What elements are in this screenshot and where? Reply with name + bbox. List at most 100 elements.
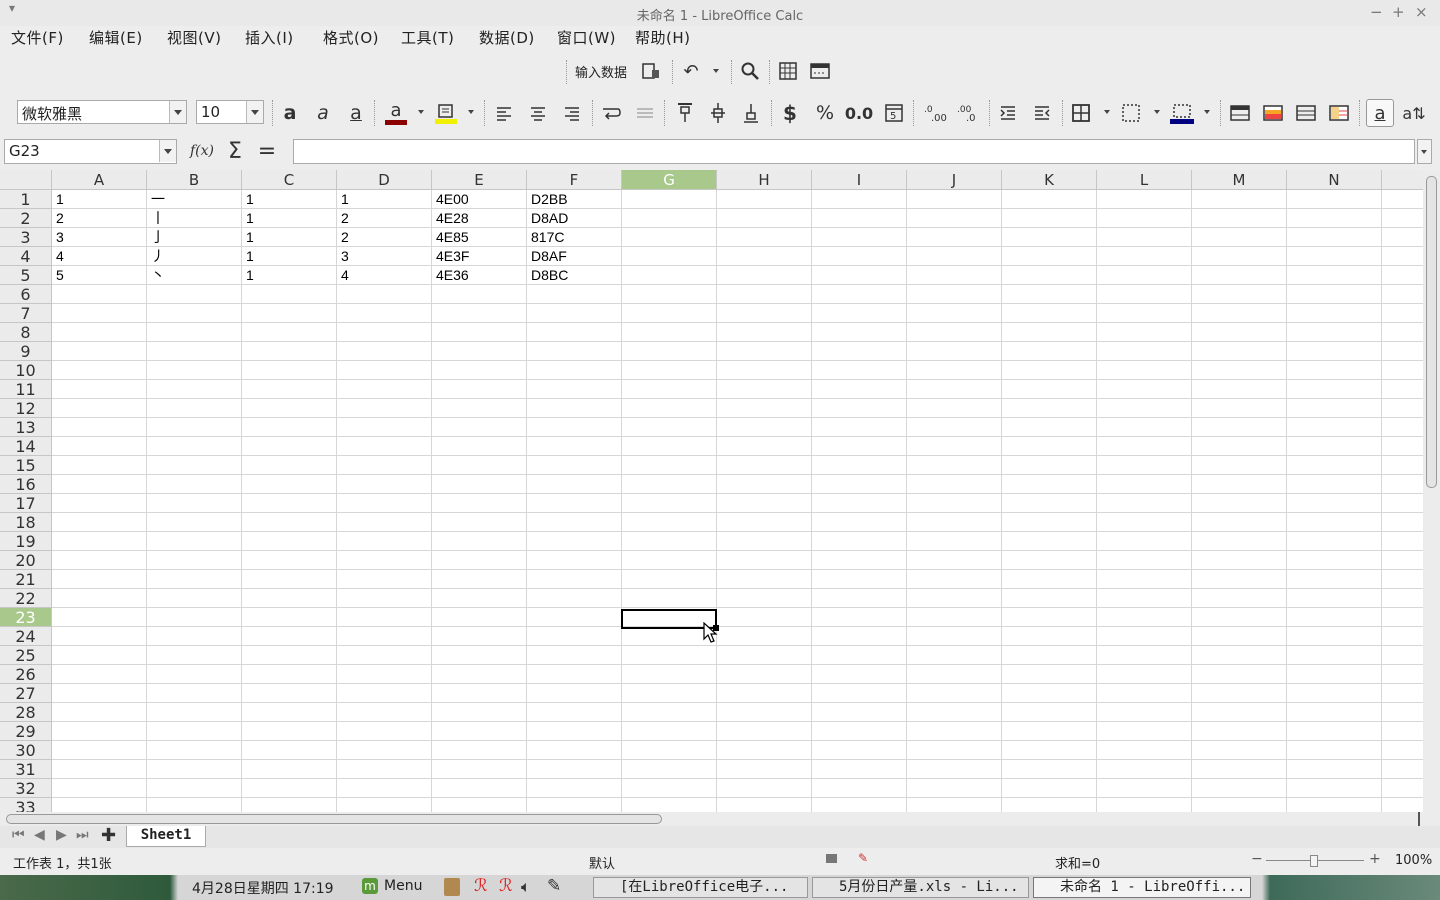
row-header-21[interactable]: 21 — [0, 570, 52, 589]
row-header-3[interactable]: 3 — [0, 228, 52, 247]
wrap-text-icon[interactable] — [600, 102, 622, 124]
zoom-slider-thumb[interactable] — [1310, 855, 1318, 867]
italic-icon[interactable]: a — [312, 102, 334, 124]
row-header-6[interactable]: 6 — [0, 285, 52, 304]
font-size-combo[interactable]: 10 — [196, 100, 264, 124]
undo-dropdown-icon[interactable] — [713, 69, 719, 73]
row-header-25[interactable]: 25 — [0, 646, 52, 665]
menu-edit[interactable]: 编辑(E) — [89, 27, 143, 48]
font-color-icon[interactable]: a — [384, 100, 408, 126]
cell-e3[interactable]: 4E85 — [432, 228, 527, 247]
column-header-h[interactable]: H — [717, 170, 812, 190]
cell-c2[interactable]: 1 — [242, 209, 337, 228]
table-style-icon[interactable] — [1229, 102, 1251, 124]
menu-help[interactable]: 帮助(H) — [635, 27, 690, 48]
cell-c3[interactable]: 1 — [242, 228, 337, 247]
row-header-31[interactable]: 31 — [0, 760, 52, 779]
row-header-13[interactable]: 13 — [0, 418, 52, 437]
text-direction-ltr-icon[interactable]: a — [1366, 99, 1394, 127]
cell-d1[interactable]: 1 — [337, 190, 432, 209]
function-wizard-icon[interactable]: f(x) — [187, 140, 217, 162]
cell-e1[interactable]: 4E00 — [432, 190, 527, 209]
column-header-m[interactable]: M — [1192, 170, 1287, 190]
row-header-23[interactable]: 23 — [0, 608, 52, 627]
row-header-22[interactable]: 22 — [0, 589, 52, 608]
column-header-j[interactable]: J — [907, 170, 1002, 190]
column-header-n[interactable]: N — [1287, 170, 1382, 190]
cell-b1[interactable]: 一 — [147, 190, 242, 209]
formula-icon[interactable]: = — [256, 139, 278, 164]
page-style[interactable]: 默认 — [589, 853, 615, 872]
row-header-27[interactable]: 27 — [0, 684, 52, 703]
cell-b5[interactable]: 丶 — [147, 266, 242, 285]
cell-a1[interactable]: 1 — [52, 190, 147, 209]
align-left-icon[interactable] — [493, 102, 515, 124]
row-header-10[interactable]: 10 — [0, 361, 52, 380]
align-bottom-icon[interactable] — [740, 101, 762, 125]
borders-icon[interactable] — [1070, 102, 1092, 124]
horizontal-scroll-thumb[interactable] — [6, 814, 662, 824]
horizontal-scrollbar[interactable] — [0, 812, 1440, 826]
scroll-split-handle[interactable] — [1418, 812, 1420, 826]
cell-d4[interactable]: 3 — [337, 247, 432, 266]
cell-c1[interactable]: 1 — [242, 190, 337, 209]
font-color-dropdown-icon[interactable] — [418, 110, 424, 114]
center-vertically-icon[interactable] — [707, 101, 729, 125]
border-color-dropdown-icon[interactable] — [1204, 110, 1210, 114]
undo-icon[interactable]: ↶ — [680, 60, 702, 82]
vertical-scrollbar[interactable] — [1423, 170, 1440, 812]
percent-format-icon[interactable]: % — [814, 102, 836, 124]
cell-c4[interactable]: 1 — [242, 247, 337, 266]
conditional-format-icon[interactable] — [1262, 102, 1284, 124]
merge-cells-icon[interactable] — [634, 102, 656, 124]
column-header-k[interactable]: K — [1002, 170, 1097, 190]
border-color-icon[interactable] — [1170, 100, 1194, 126]
sum-icon[interactable]: Σ — [224, 139, 246, 164]
cell-a5[interactable]: 5 — [52, 266, 147, 285]
previous-sheet-icon[interactable]: ◀ — [34, 827, 45, 843]
remove-decimal-icon[interactable]: .00.0 — [955, 102, 981, 124]
row-header-5[interactable]: 5 — [0, 266, 52, 285]
menu-data[interactable]: 数据(D) — [479, 27, 535, 48]
row-header-26[interactable]: 26 — [0, 665, 52, 684]
currency-format-icon[interactable]: $ — [779, 101, 801, 125]
row-header-14[interactable]: 14 — [0, 437, 52, 456]
date-format-icon[interactable]: 5 — [883, 102, 905, 124]
expand-formula-button[interactable] — [1417, 139, 1432, 164]
menu-file[interactable]: 文件(F) — [11, 27, 64, 48]
row-header-29[interactable]: 29 — [0, 722, 52, 741]
volume-icon[interactable]: 🔈︎ — [521, 877, 531, 897]
cell-d2[interactable]: 2 — [337, 209, 432, 228]
row-header-24[interactable]: 24 — [0, 627, 52, 646]
task-item-3[interactable]: 未命名 1 - LibreOffi... — [1033, 877, 1251, 898]
row-header-12[interactable]: 12 — [0, 399, 52, 418]
row-header-28[interactable]: 28 — [0, 703, 52, 722]
sheet-tab-sheet1[interactable]: Sheet1 — [126, 826, 206, 847]
borders-dropdown-icon[interactable] — [1104, 110, 1110, 114]
decrease-indent-icon[interactable] — [1031, 102, 1053, 124]
row-header-20[interactable]: 20 — [0, 551, 52, 570]
name-box[interactable]: G23 — [4, 139, 177, 164]
mint-menu-icon[interactable]: m — [362, 878, 378, 894]
zoom-out-icon[interactable]: − — [1251, 851, 1263, 867]
maximize-icon[interactable]: + — [1392, 3, 1405, 21]
cell-f2[interactable]: D8AD — [527, 209, 622, 228]
input-data-label[interactable]: 输入数据 — [575, 62, 627, 81]
row-header-16[interactable]: 16 — [0, 475, 52, 494]
vertical-scroll-thumb[interactable] — [1426, 176, 1437, 488]
menu-format[interactable]: 格式(O) — [323, 27, 379, 48]
sum-display[interactable]: 求和=0 — [1055, 853, 1100, 872]
column-header-f[interactable]: F — [527, 170, 622, 190]
column-header-d[interactable]: D — [337, 170, 432, 190]
cell-f1[interactable]: D2BB — [527, 190, 622, 209]
select-all-corner[interactable] — [0, 170, 52, 190]
cell-e4[interactable]: 4E3F — [432, 247, 527, 266]
row-header-19[interactable]: 19 — [0, 532, 52, 551]
clock[interactable]: 4月28日星期四 17:19 — [192, 878, 334, 898]
increase-indent-icon[interactable] — [997, 102, 1019, 124]
pen-icon[interactable]: ✎ — [547, 876, 561, 896]
column-header-g[interactable]: G — [622, 170, 717, 190]
cell-f4[interactable]: D8AF — [527, 247, 622, 266]
row-header-33[interactable]: 33 — [0, 798, 52, 812]
zoom-in-icon[interactable]: + — [1369, 851, 1381, 867]
